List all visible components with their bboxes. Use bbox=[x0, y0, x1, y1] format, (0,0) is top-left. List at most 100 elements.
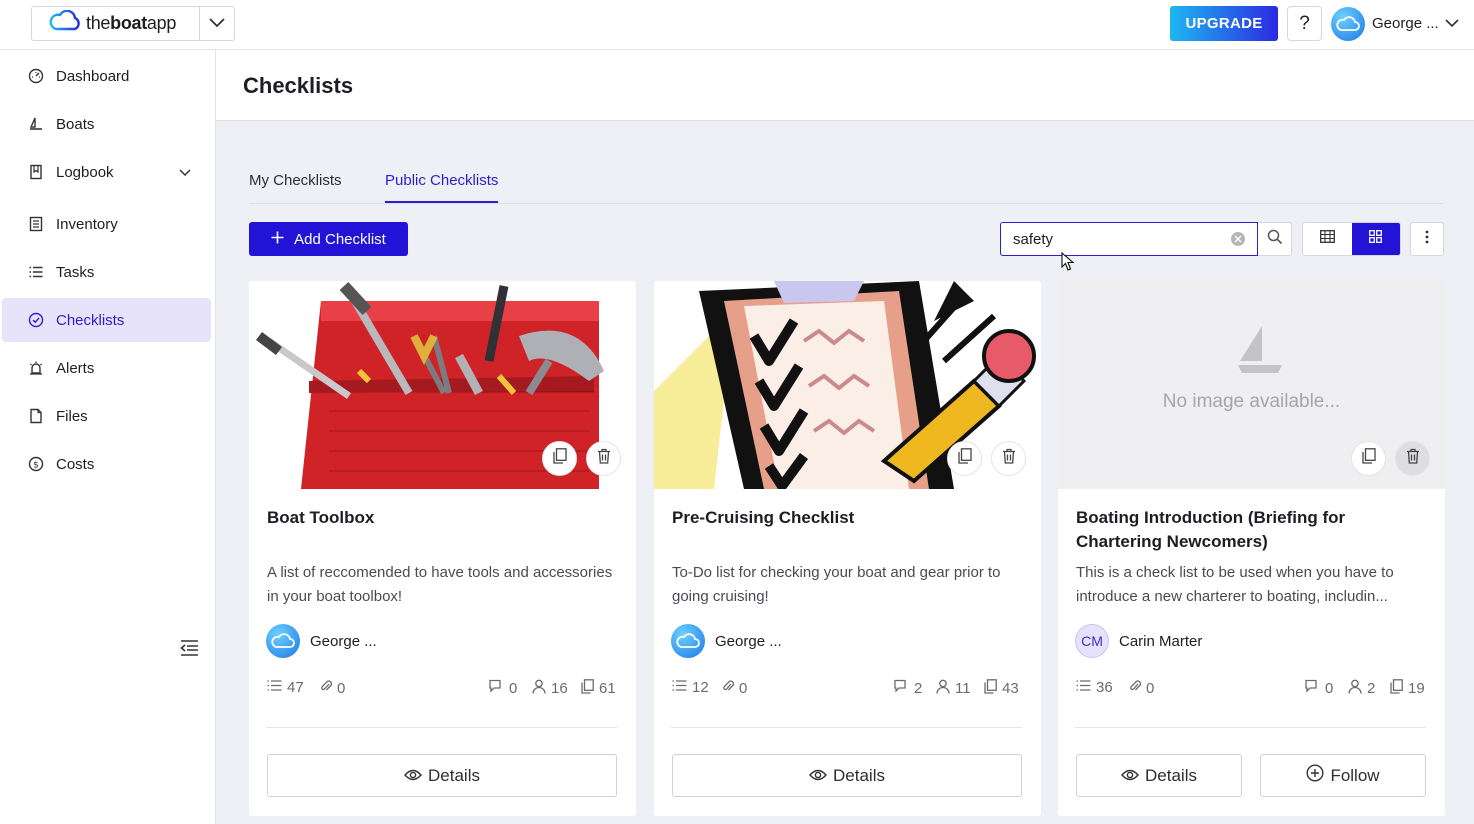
sidebar-item-dashboard[interactable]: Dashboard bbox=[2, 54, 211, 98]
search-icon bbox=[1267, 229, 1283, 250]
dollar-icon: $ bbox=[28, 456, 44, 472]
chevron-down-icon bbox=[1445, 15, 1459, 33]
delete-button[interactable] bbox=[586, 441, 621, 476]
comments-count: 0 bbox=[1304, 679, 1333, 697]
sidebar-item-alerts[interactable]: Alerts bbox=[2, 346, 211, 390]
sidebar-item-costs[interactable]: $ Costs bbox=[2, 442, 211, 486]
card-divider bbox=[1075, 727, 1426, 728]
help-button[interactable]: ? bbox=[1287, 6, 1322, 41]
image-actions bbox=[1351, 441, 1430, 476]
sidebar-item-logbook[interactable]: Logbook bbox=[2, 150, 211, 194]
delete-button[interactable] bbox=[991, 441, 1026, 476]
user-name: George ... bbox=[1372, 15, 1439, 32]
add-checklist-label: Add Checklist bbox=[294, 230, 386, 248]
alarm-icon bbox=[28, 360, 44, 376]
table-view-button[interactable] bbox=[1303, 223, 1352, 255]
card-title[interactable]: Boating Introduction (Briefing for Chart… bbox=[1076, 506, 1426, 554]
sidebar-item-label: Costs bbox=[56, 455, 95, 473]
tab-my-checklists[interactable]: My Checklists bbox=[249, 172, 342, 201]
copies-count: 43 bbox=[984, 679, 1019, 698]
paperclip-icon bbox=[1129, 679, 1142, 697]
card-image-placeholder[interactable]: No image available... bbox=[1058, 281, 1445, 489]
card-title[interactable]: Boat Toolbox bbox=[267, 506, 617, 530]
tab-public-checklists[interactable]: Public Checklists bbox=[385, 172, 499, 203]
details-button[interactable]: Details bbox=[672, 754, 1022, 797]
page-title: Checklists bbox=[243, 73, 354, 98]
sidebar-item-inventory[interactable]: Inventory bbox=[2, 202, 211, 246]
copy-button[interactable] bbox=[1351, 441, 1386, 476]
plus-circle-icon bbox=[1306, 764, 1324, 787]
card-author[interactable]: George ... bbox=[266, 624, 377, 658]
comment-icon bbox=[1304, 679, 1320, 697]
list-icon bbox=[28, 264, 44, 280]
upgrade-button[interactable]: UPGRADE bbox=[1170, 6, 1278, 41]
search-input[interactable] bbox=[1000, 222, 1258, 256]
copy-icon bbox=[957, 448, 972, 469]
gauge-icon bbox=[28, 68, 44, 84]
clear-search-icon[interactable] bbox=[1231, 232, 1245, 246]
copy-icon bbox=[984, 679, 997, 698]
image-actions bbox=[542, 441, 621, 476]
chevron-down-icon bbox=[209, 15, 225, 33]
file-icon bbox=[28, 408, 44, 424]
sidebar: Dashboard Boats Logbook Inventory Tasks … bbox=[0, 50, 216, 824]
add-checklist-button[interactable]: Add Checklist bbox=[249, 222, 408, 256]
sidebar-item-label: Checklists bbox=[56, 311, 125, 329]
card-divider bbox=[266, 727, 617, 728]
sidebar-item-tasks[interactable]: Tasks bbox=[2, 250, 211, 294]
copy-icon bbox=[1390, 679, 1403, 698]
card-author[interactable]: CM Carin Marter bbox=[1075, 624, 1202, 658]
sailboat-icon bbox=[28, 116, 44, 132]
sidebar-item-label: Logbook bbox=[56, 163, 114, 181]
sidebar-item-label: Inventory bbox=[56, 215, 118, 233]
eye-icon bbox=[404, 766, 422, 786]
inventory-icon bbox=[28, 216, 44, 232]
trash-icon bbox=[1002, 448, 1016, 469]
card-description: A list of reccomended to have tools and … bbox=[267, 564, 613, 605]
copy-button[interactable] bbox=[542, 441, 577, 476]
brand-name: theboatapp bbox=[86, 13, 177, 33]
svg-text:$: $ bbox=[33, 461, 39, 471]
author-name: George ... bbox=[310, 632, 377, 650]
items-count: 36 bbox=[1076, 679, 1113, 696]
brand-logo[interactable]: theboatapp bbox=[32, 7, 201, 40]
card-description: This is a check list to be used when you… bbox=[1076, 564, 1394, 605]
vertical-dots-icon bbox=[1425, 230, 1429, 249]
sidebar-item-label: Files bbox=[56, 407, 88, 425]
no-image-text: No image available... bbox=[1162, 391, 1341, 412]
sidebar-item-checklists[interactable]: Checklists bbox=[2, 298, 211, 342]
sidebar-item-files[interactable]: Files bbox=[2, 394, 211, 438]
page-header: Checklists bbox=[216, 50, 1474, 121]
comments-count: 2 bbox=[893, 679, 922, 697]
copy-button[interactable] bbox=[947, 441, 982, 476]
user-menu[interactable]: George ... bbox=[1331, 6, 1459, 41]
delete-button[interactable] bbox=[1395, 441, 1430, 476]
card-author[interactable]: George ... bbox=[671, 624, 782, 658]
card-image-toolbox[interactable] bbox=[249, 281, 636, 489]
details-button[interactable]: Details bbox=[267, 754, 617, 797]
mouse-cursor-icon bbox=[1061, 251, 1075, 277]
chevron-down-icon[interactable] bbox=[179, 164, 191, 181]
details-button[interactable]: Details bbox=[1076, 754, 1242, 797]
search-button[interactable] bbox=[1258, 222, 1292, 256]
attachments-count: 0 bbox=[722, 679, 747, 697]
sidebar-item-label: Dashboard bbox=[56, 67, 130, 85]
sidebar-item-boats[interactable]: Boats bbox=[2, 102, 211, 146]
card-title[interactable]: Pre-Cruising Checklist bbox=[672, 506, 1022, 530]
brand-dropdown-button[interactable] bbox=[200, 15, 234, 33]
paperclip-icon bbox=[320, 679, 333, 697]
collapse-sidebar-icon[interactable] bbox=[179, 639, 199, 657]
check-circle-icon bbox=[28, 312, 44, 328]
items-count: 47 bbox=[267, 679, 304, 696]
grid-view-button[interactable] bbox=[1351, 223, 1400, 255]
followers-count: 11 bbox=[936, 679, 971, 698]
copies-count: 61 bbox=[581, 679, 616, 698]
checklist-card: Pre-Cruising Checklist To-Do list for ch… bbox=[654, 281, 1041, 816]
attachments-count: 0 bbox=[320, 679, 345, 697]
top-bar: theboatapp UPGRADE ? George ... bbox=[0, 0, 1474, 50]
eye-icon bbox=[809, 766, 827, 786]
comment-icon bbox=[893, 679, 909, 697]
follow-button[interactable]: Follow bbox=[1260, 754, 1426, 797]
card-image-checklist[interactable] bbox=[654, 281, 1041, 489]
more-options-button[interactable] bbox=[1410, 222, 1444, 256]
